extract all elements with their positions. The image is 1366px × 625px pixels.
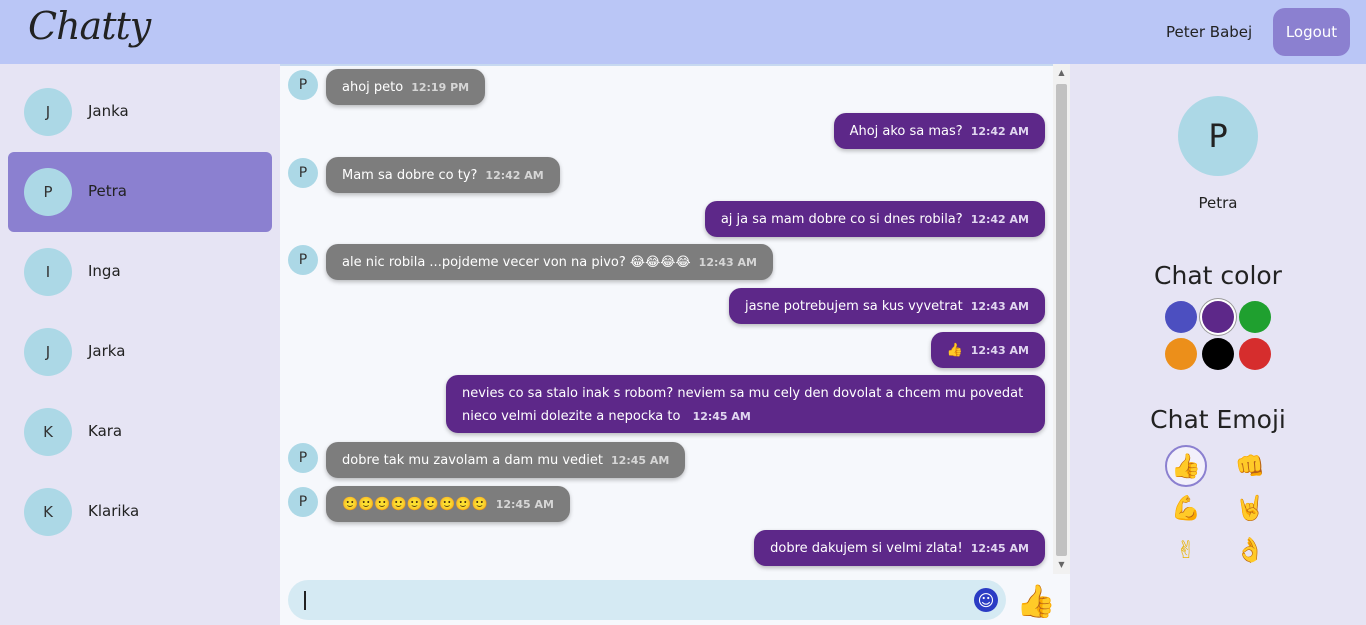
message-text: Ahoj ako sa mas? (849, 123, 963, 139)
message-time: 12:43 AM (970, 299, 1029, 313)
message-input[interactable]: ☺ (288, 580, 1006, 620)
contact-name: Inga (88, 262, 121, 280)
contact-name: Petra (88, 182, 127, 200)
contact-item-klarika[interactable]: K Klarika (8, 472, 272, 552)
message-bubble-outgoing: nevies co sa stalo inak s robom? neviem … (446, 375, 1045, 433)
flexed-biceps-icon[interactable]: 💪 (1165, 487, 1207, 529)
message-time: 12:42 AM (970, 212, 1029, 226)
contact-name: Janka (88, 102, 129, 120)
chat-top-divider (280, 64, 1053, 66)
message-text: ahoj peto (342, 79, 404, 95)
thumbs-up-icon[interactable]: 👍 (1165, 445, 1207, 487)
message-bubble-incoming: 🙂🙂🙂🙂🙂🙂🙂🙂🙂 12:45 AM (326, 486, 570, 522)
thumbs-up-icon: 👍 (946, 342, 963, 358)
contact-name: Klarika (88, 502, 140, 520)
message-text: dobre tak mu zavolam a dam mu vediet (342, 452, 604, 468)
contact-avatar: K (24, 488, 72, 536)
rock-on-icon[interactable]: 🤘 (1229, 487, 1271, 529)
message-bubble-incoming: Mam sa dobre co ty? 12:42 AM (326, 157, 560, 193)
message-avatar: P (288, 158, 318, 188)
chat-panel: P ahoj peto 12:19 PM Ahoj ako sa mas? 12… (280, 64, 1070, 625)
message-time: 12:42 AM (485, 168, 544, 182)
fist-icon[interactable]: 👊 (1229, 445, 1271, 487)
message-text: Mam sa dobre co ty? (342, 167, 478, 183)
message-text: jasne potrebujem sa kus vyvetrat (744, 298, 963, 314)
message-text: 🙂🙂🙂🙂🙂🙂🙂🙂🙂 (342, 496, 488, 512)
contact-item-janka[interactable]: J Janka (8, 72, 272, 152)
chat-color-title: Chat color (1154, 261, 1282, 290)
message-bubble-incoming: ahoj peto 12:19 PM (326, 69, 486, 105)
message-time: 12:42 AM (970, 124, 1029, 138)
scroll-thumb[interactable] (1056, 84, 1067, 556)
conversation-settings-panel: P Petra Chat color Chat Emoji 👍 👊 💪 🤘 ✌ … (1070, 64, 1366, 625)
app-header: Chatty Peter Babej Logout (0, 0, 1366, 64)
message-bubble-outgoing: 👍 12:43 AM (930, 332, 1045, 368)
chat-emoji-title: Chat Emoji (1150, 405, 1286, 434)
text-caret (304, 591, 306, 610)
contact-avatar: P (24, 168, 72, 216)
profile-avatar: P (1178, 96, 1258, 176)
profile-name: Petra (1198, 194, 1238, 212)
contact-item-kara[interactable]: K Kara (8, 392, 272, 472)
app-logo[interactable]: Chatty (28, 4, 151, 48)
contact-name: Kara (88, 422, 123, 440)
contact-avatar: I (24, 248, 72, 296)
contact-avatar: J (24, 328, 72, 376)
message-time: 12:19 PM (411, 80, 470, 94)
message-bubble-incoming: ale nic robila ...pojdeme vecer von na p… (326, 244, 773, 280)
message-avatar: P (288, 487, 318, 517)
scroll-up-arrow-icon[interactable]: ▲ (1053, 66, 1070, 80)
messages-scrollbar[interactable]: ▲ ▼ (1053, 64, 1070, 574)
contact-item-inga[interactable]: I Inga (8, 232, 272, 312)
message-bubble-incoming: dobre tak mu zavolam a dam mu vediet 12:… (326, 442, 686, 478)
smiley-icon[interactable]: ☺ (974, 588, 998, 612)
message-text: dobre dakujem si velmi zlata! (770, 540, 963, 556)
logout-button[interactable]: Logout (1273, 8, 1350, 56)
contact-item-jarka[interactable]: J Jarka (8, 312, 272, 392)
color-swatch-blue[interactable] (1165, 301, 1197, 333)
contact-name: Jarka (88, 342, 126, 360)
contact-avatar: J (24, 88, 72, 136)
send-thumbs-up-icon[interactable]: 👍 (1016, 582, 1056, 620)
color-swatch-green[interactable] (1239, 301, 1271, 333)
message-avatar: P (288, 70, 318, 100)
color-swatch-black[interactable] (1202, 338, 1234, 370)
message-bubble-outgoing: dobre dakujem si velmi zlata! 12:45 AM (754, 530, 1045, 566)
message-time: 12:45 AM (495, 497, 554, 511)
message-bubble-outgoing: Ahoj ako sa mas? 12:42 AM (833, 113, 1045, 149)
message-bubble-outgoing: jasne potrebujem sa kus vyvetrat 12:43 A… (728, 288, 1045, 324)
message-bubble-outgoing: aj ja sa mam dobre co si dnes robila? 12… (704, 201, 1045, 237)
message-avatar: P (288, 245, 318, 275)
message-time: 12:45 AM (611, 453, 670, 467)
message-text: ale nic robila ...pojdeme vecer von na p… (342, 254, 691, 270)
message-time: 12:43 AM (698, 255, 757, 269)
victory-hand-icon[interactable]: ✌ (1165, 529, 1207, 571)
color-swatch-red[interactable] (1239, 338, 1271, 370)
current-username: Peter Babej (1166, 23, 1253, 41)
ok-hand-icon[interactable]: 👌 (1229, 529, 1271, 571)
color-swatch-orange[interactable] (1165, 338, 1197, 370)
contact-item-petra[interactable]: P Petra (8, 152, 272, 232)
message-time: 12:45 AM (970, 541, 1029, 555)
contacts-sidebar: J Janka P Petra I Inga J Jarka K Kara K … (0, 64, 280, 625)
message-time: 12:45 AM (692, 410, 751, 423)
message-time: 12:43 AM (970, 343, 1029, 357)
message-avatar: P (288, 443, 318, 473)
contact-avatar: K (24, 408, 72, 456)
scroll-down-arrow-icon[interactable]: ▼ (1053, 558, 1070, 572)
message-text: aj ja sa mam dobre co si dnes robila? (720, 211, 963, 227)
color-swatch-purple[interactable] (1202, 301, 1234, 333)
